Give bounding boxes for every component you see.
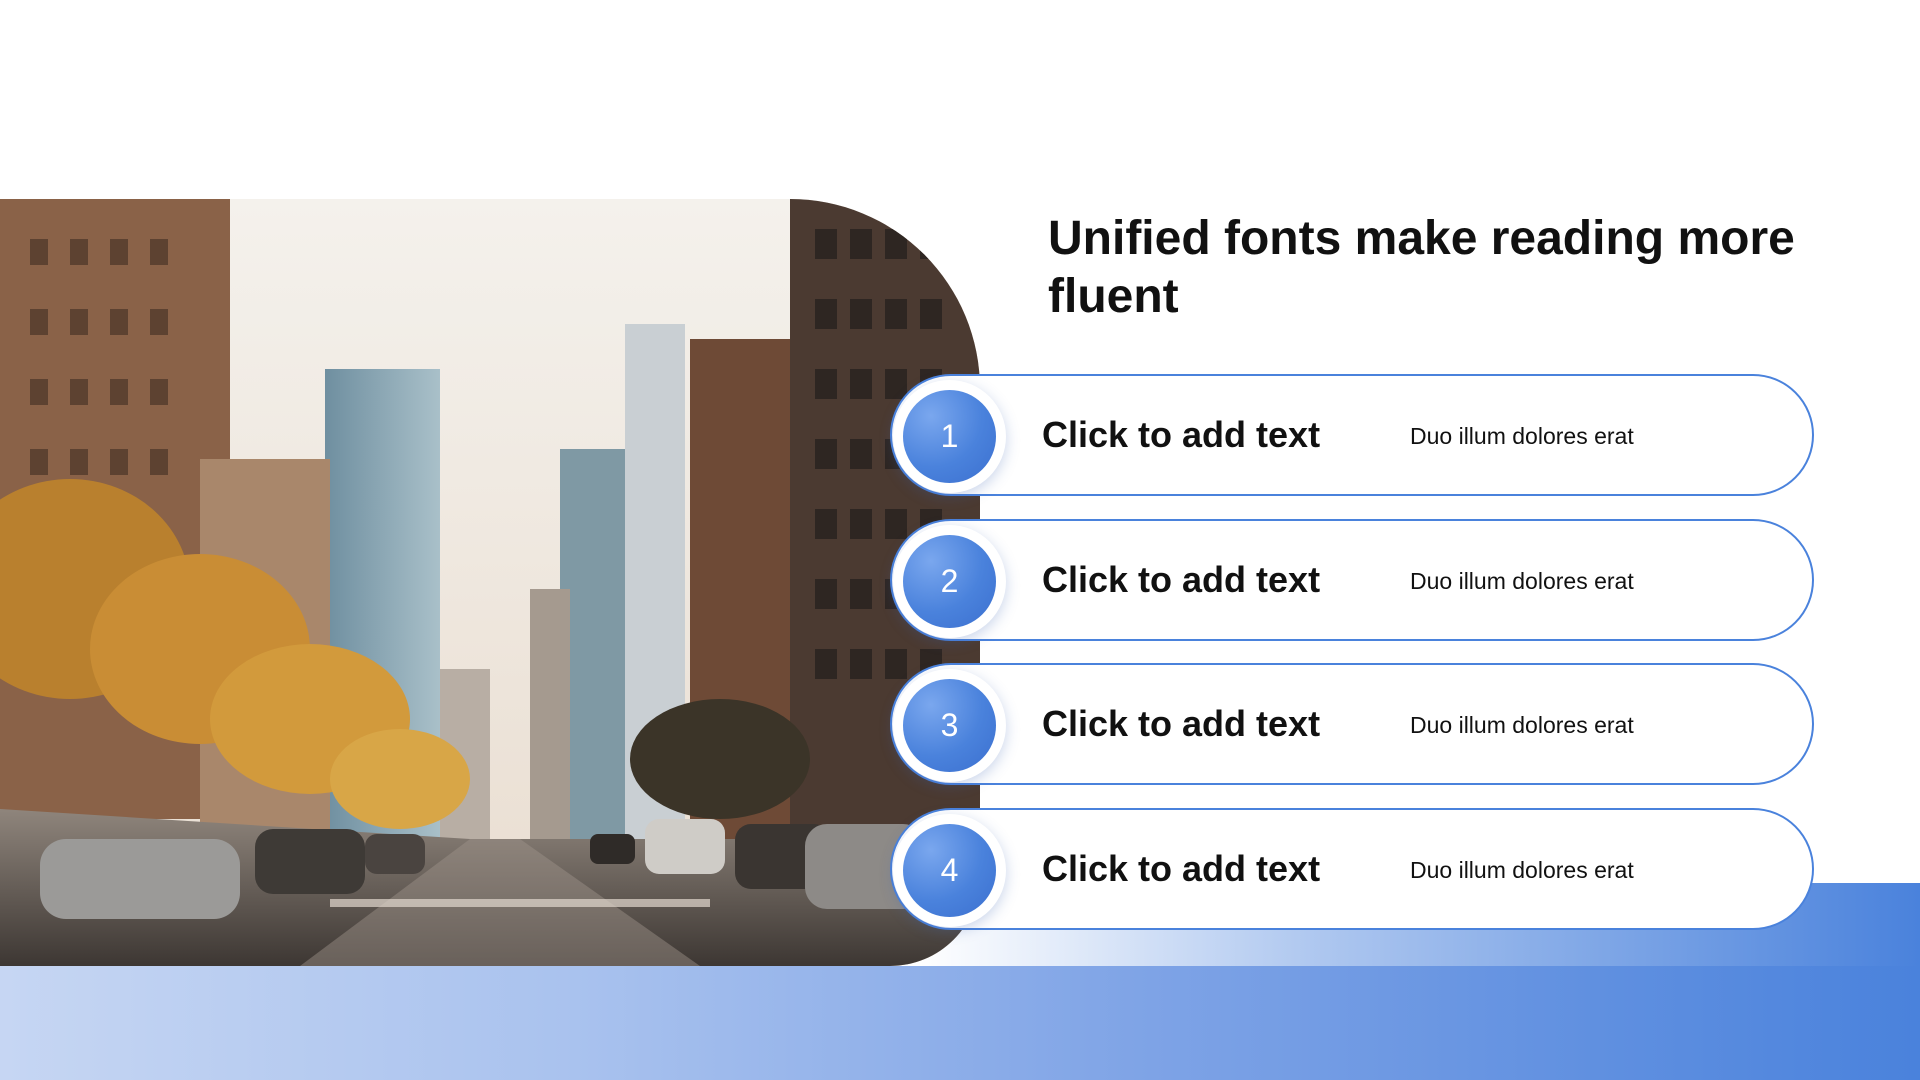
item-heading[interactable]: Click to add text [1042, 848, 1320, 890]
item-heading[interactable]: Click to add text [1042, 414, 1320, 456]
number-badge-label: 1 [903, 390, 996, 483]
item-description[interactable]: Duo illum dolores erat [1410, 712, 1634, 739]
number-badge-label: 2 [903, 535, 996, 628]
number-badge: 1 [893, 380, 1006, 493]
number-badge: 4 [893, 814, 1006, 927]
number-badge-label: 3 [903, 679, 996, 772]
city-street-photo [0, 199, 980, 966]
item-heading[interactable]: Click to add text [1042, 703, 1320, 745]
item-heading[interactable]: Click to add text [1042, 559, 1320, 601]
number-badge-label: 4 [903, 824, 996, 917]
list-item-1[interactable]: 1 Click to add text Duo illum dolores er… [890, 374, 1814, 496]
list-item-4[interactable]: 4 Click to add text Duo illum dolores er… [890, 808, 1814, 930]
list-item-3[interactable]: 3 Click to add text Duo illum dolores er… [890, 663, 1814, 785]
item-description[interactable]: Duo illum dolores erat [1410, 423, 1634, 450]
number-badge: 2 [893, 525, 1006, 638]
list-item-2[interactable]: 2 Click to add text Duo illum dolores er… [890, 519, 1814, 641]
item-description[interactable]: Duo illum dolores erat [1410, 857, 1634, 884]
number-badge: 3 [893, 669, 1006, 782]
slide-title: Unified fonts make reading more fluent [1048, 212, 1795, 323]
accent-band-bottom [0, 966, 1920, 1080]
item-description[interactable]: Duo illum dolores erat [1410, 568, 1634, 595]
slide: Unified fonts make reading more fluent 1… [0, 0, 1920, 1080]
